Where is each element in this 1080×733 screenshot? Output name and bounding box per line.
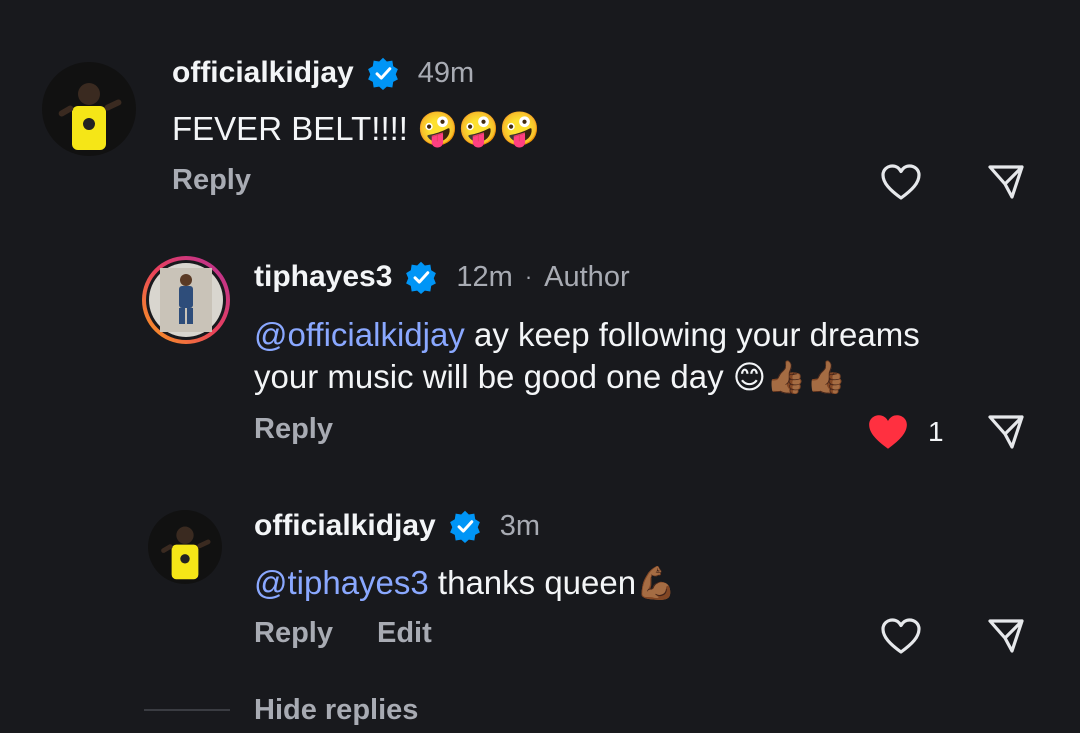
heart-outline-icon: [881, 164, 921, 200]
avatar-officialkidjay[interactable]: [42, 62, 136, 156]
reply-button[interactable]: Reply: [172, 164, 251, 197]
share-icon: [988, 619, 1024, 653]
heart-outline-icon: [881, 618, 921, 654]
mention-link[interactable]: @officialkidjay: [254, 316, 465, 353]
like-count: 1: [928, 416, 944, 447]
username[interactable]: tiphayes3: [254, 260, 392, 294]
comment-text: @tiphayes3 thanks queen💪🏾: [254, 562, 676, 604]
share-button[interactable]: [986, 616, 1026, 661]
timestamp: 49m: [417, 56, 475, 89]
like-button[interactable]: [880, 163, 922, 206]
separator-dot: ·: [524, 264, 533, 289]
comment-emojis: 😊👍🏾👍🏾: [732, 359, 846, 395]
comment-text-line1: ay keep following your dreams: [464, 316, 920, 353]
share-button[interactable]: [986, 162, 1026, 207]
timestamp: 3m: [499, 509, 541, 542]
share-button[interactable]: [986, 412, 1026, 457]
avatar-tiphayes3[interactable]: [142, 256, 230, 344]
username[interactable]: officialkidjay: [172, 56, 354, 90]
verified-badge-icon: [406, 261, 437, 294]
comment-text: @officialkidjay ay keep following your d…: [254, 314, 920, 398]
comment-text: FEVER BELT!!!! 🤪🤪🤪: [172, 110, 541, 147]
thread-divider: [144, 709, 230, 711]
timestamp: 12m: [456, 260, 513, 293]
hide-replies-button[interactable]: Hide replies: [254, 694, 418, 727]
author-label: Author: [544, 260, 630, 293]
share-icon: [988, 165, 1024, 199]
comment-emoji: 💪🏾: [636, 565, 676, 601]
reply-button[interactable]: Reply: [254, 617, 333, 650]
reply-button[interactable]: Reply: [254, 413, 333, 446]
username[interactable]: officialkidjay: [254, 509, 436, 543]
share-icon: [988, 415, 1024, 449]
like-button[interactable]: [866, 412, 910, 457]
comment-header: officialkidjay 3m: [254, 509, 540, 543]
like-button[interactable]: [880, 617, 922, 660]
verified-badge-icon: [449, 510, 480, 543]
heart-filled-icon: [869, 415, 907, 449]
mention-link[interactable]: @tiphayes3: [254, 564, 429, 601]
verified-badge-icon: [367, 57, 398, 90]
comment-text-line2: your music will be good one day: [254, 358, 733, 395]
comment-header: tiphayes3 12m · Author: [254, 260, 630, 294]
edit-button[interactable]: Edit: [377, 617, 432, 650]
comment-text-body: thanks queen: [428, 564, 637, 601]
comment-header: officialkidjay 49m: [172, 56, 474, 90]
avatar-officialkidjay[interactable]: [148, 510, 222, 584]
